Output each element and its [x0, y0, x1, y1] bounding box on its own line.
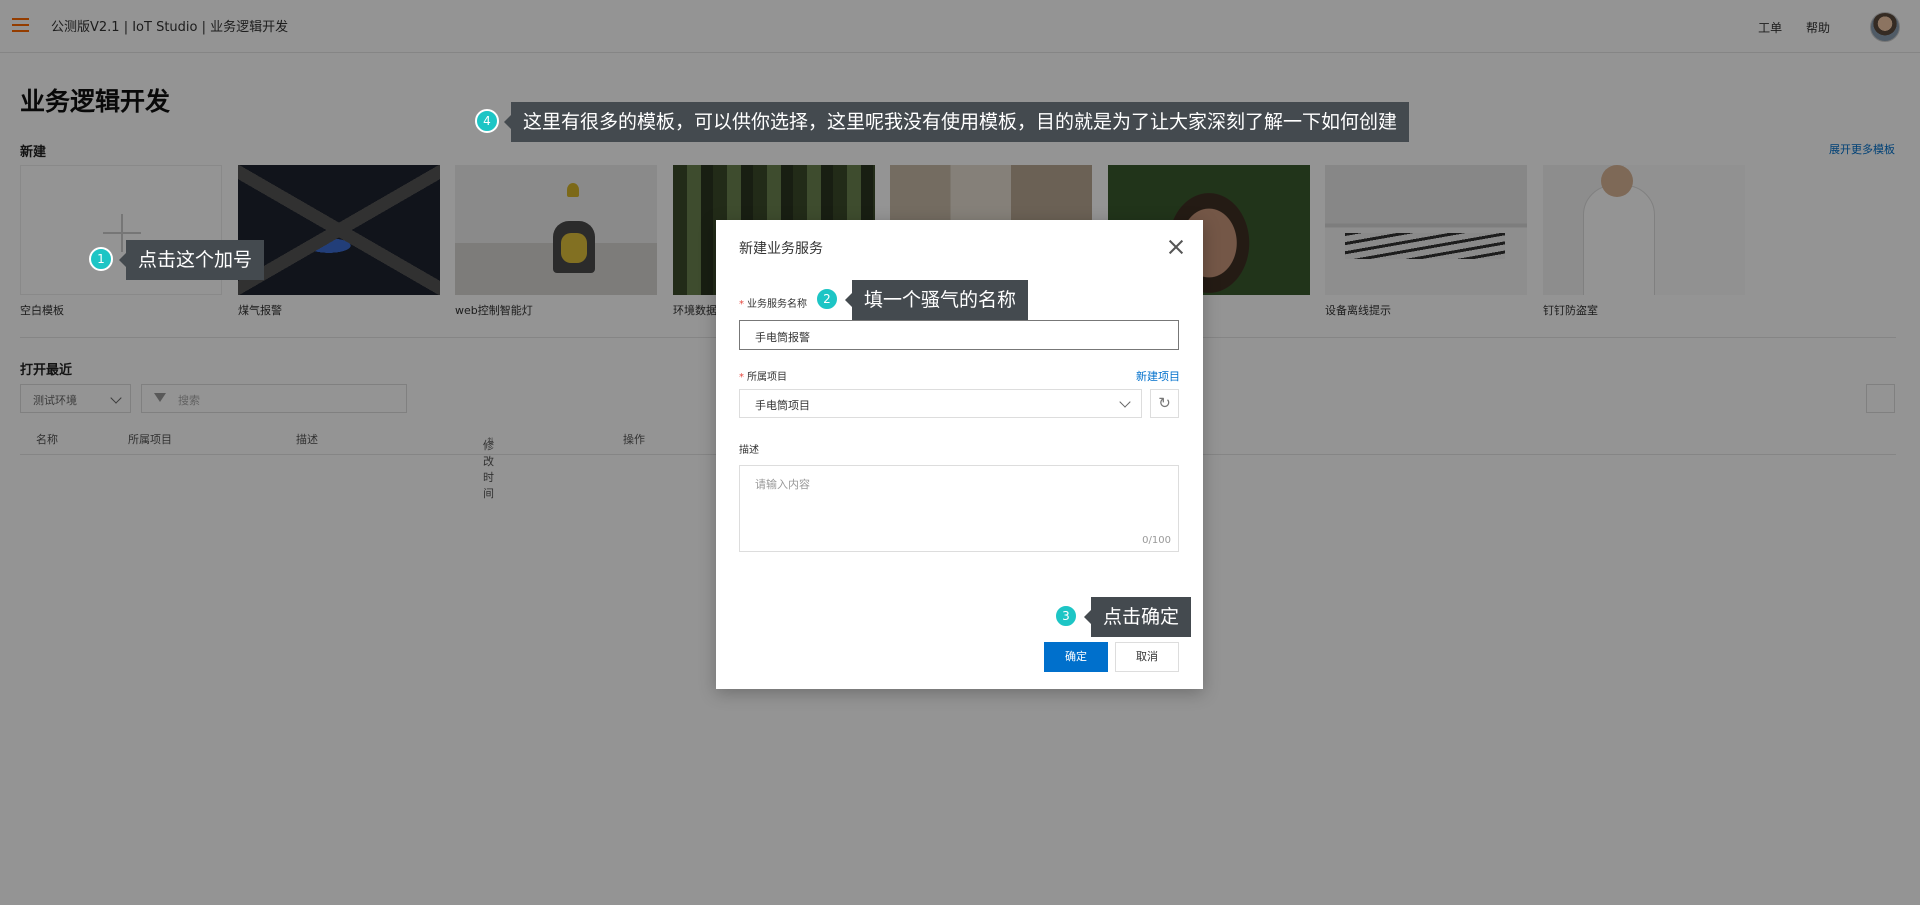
service-name-input[interactable]: 手电筒报警	[739, 320, 1179, 350]
project-select-value: 手电筒项目	[755, 399, 810, 412]
desc-placeholder: 请输入内容	[755, 478, 810, 491]
cancel-button[interactable]: 取消	[1115, 642, 1179, 672]
project-label: * 所属项目	[739, 372, 787, 383]
callout-4-badge: 4	[475, 109, 499, 133]
callout-1: 点击这个加号	[118, 240, 265, 280]
callout-4: 这里有很多的模板，可以供你选择，这里呢我没有使用模板，目的就是为了让大家深刻了解…	[503, 102, 1410, 142]
callout-2-badge: 2	[815, 287, 839, 311]
desc-label: 描述	[739, 445, 759, 456]
callout-3-badge: 3	[1054, 604, 1078, 628]
close-icon[interactable]	[1169, 240, 1183, 254]
project-select[interactable]: 手电筒项目	[739, 389, 1142, 418]
refresh-icon[interactable]: ↻	[1150, 389, 1179, 418]
dialog-title: 新建业务服务	[739, 241, 823, 257]
char-counter: 0/100	[1142, 535, 1171, 546]
description-textarea[interactable]: 请输入内容 0/100	[739, 465, 1179, 552]
callout-1-badge: 1	[89, 247, 113, 271]
confirm-button[interactable]: 确定	[1044, 642, 1108, 672]
name-label: * 业务服务名称	[739, 299, 807, 310]
chevron-down-icon	[1119, 396, 1131, 408]
new-project-link[interactable]: 新建项目	[1136, 368, 1180, 384]
callout-3: 点击确定	[1083, 597, 1192, 637]
callout-2: 填一个骚气的名称	[844, 280, 1029, 320]
